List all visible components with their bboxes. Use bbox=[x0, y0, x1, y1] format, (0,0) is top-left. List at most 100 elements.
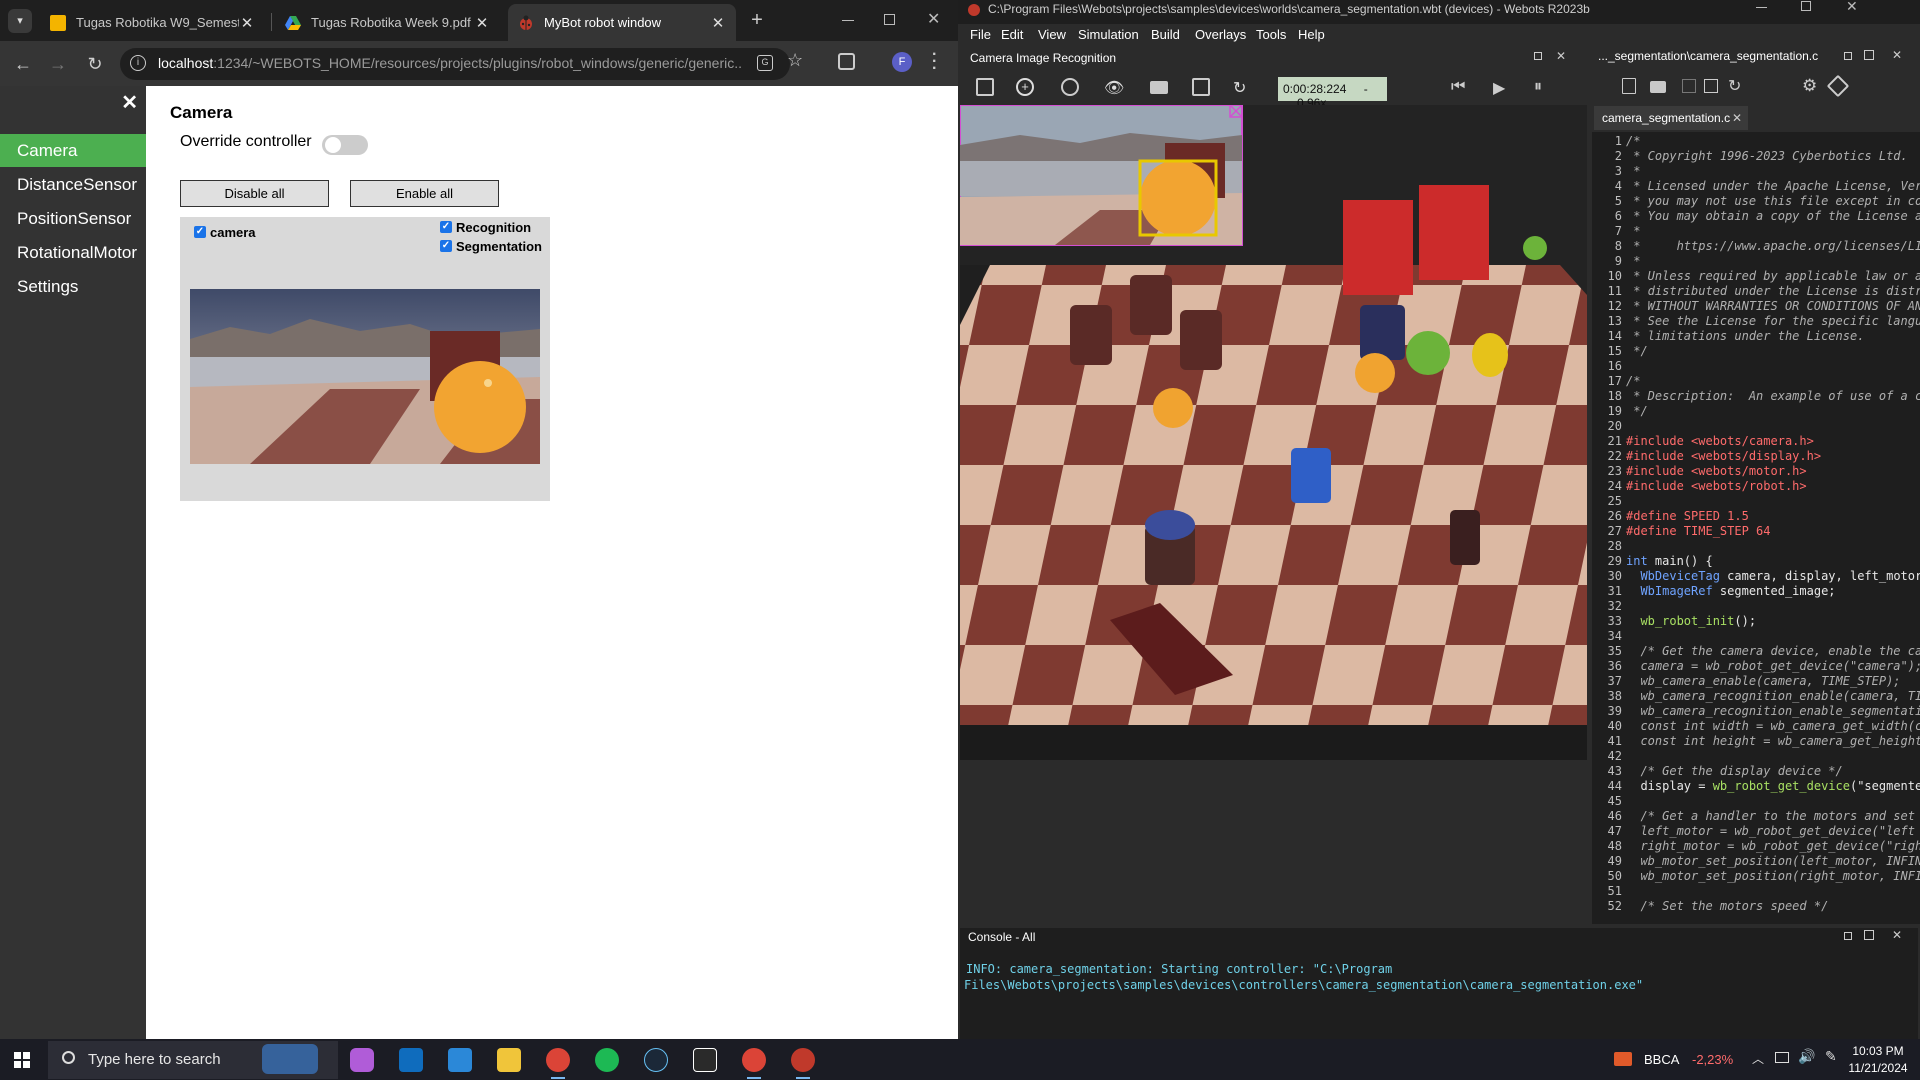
sidebar-item-positionsensor[interactable]: PositionSensor bbox=[0, 202, 146, 235]
3d-scene-view[interactable] bbox=[960, 105, 1587, 760]
open-file-icon[interactable] bbox=[1650, 81, 1666, 93]
code-line[interactable]: 29 int main() { bbox=[1592, 554, 1713, 569]
bookmark-star-icon[interactable]: ☆ bbox=[787, 50, 803, 71]
volume-icon[interactable]: 🔊 bbox=[1798, 1048, 1815, 1065]
revert-icon[interactable]: ↻ bbox=[1728, 76, 1741, 96]
sidebar-item-rotationalmotor[interactable]: RotationalMotor bbox=[0, 236, 146, 269]
undock-icon[interactable] bbox=[1534, 52, 1542, 60]
code-line[interactable]: 13 * See the License for the specific la… bbox=[1592, 314, 1920, 329]
code-line[interactable]: 44 display = wb_robot_get_device("segmen… bbox=[1592, 779, 1920, 794]
network-icon[interactable] bbox=[1775, 1052, 1789, 1063]
back-arrow-icon[interactable]: ← bbox=[10, 51, 36, 77]
code-line[interactable]: 32 bbox=[1592, 599, 1626, 614]
menu-build[interactable]: Build bbox=[1151, 27, 1180, 42]
code-line[interactable]: 33 wb_robot_init(); bbox=[1592, 614, 1757, 629]
stock-name[interactable]: BBCA bbox=[1644, 1052, 1679, 1067]
tray-chevron-icon[interactable]: ︿ bbox=[1752, 1050, 1764, 1067]
disable-all-button[interactable]: Disable all bbox=[180, 180, 329, 207]
code-line[interactable]: 18 * Description: An example of use of a… bbox=[1592, 389, 1920, 404]
new-tab-button[interactable]: + bbox=[745, 8, 769, 32]
code-line[interactable]: 45 bbox=[1592, 794, 1626, 809]
file-explorer-icon[interactable] bbox=[497, 1048, 521, 1072]
code-line[interactable]: 3 * bbox=[1592, 164, 1641, 179]
menu-edit[interactable]: Edit bbox=[1001, 27, 1023, 42]
close-panel-icon[interactable]: ✕ bbox=[1892, 928, 1902, 942]
close-sidebar-icon[interactable]: ✕ bbox=[121, 90, 138, 115]
code-line[interactable]: 43 /* Get the display device */ bbox=[1592, 764, 1843, 779]
code-line[interactable]: 50 wb_motor_set_position(right_motor, IN… bbox=[1592, 869, 1920, 884]
open-world-icon[interactable] bbox=[1150, 81, 1168, 94]
chrome-icon[interactable] bbox=[546, 1048, 570, 1072]
code-line[interactable]: 27 #define TIME_STEP 64 bbox=[1592, 524, 1771, 539]
undock-icon[interactable] bbox=[1844, 932, 1852, 940]
maximize-icon[interactable] bbox=[1801, 1, 1811, 11]
clean-icon[interactable] bbox=[1826, 74, 1850, 98]
code-line[interactable]: 51 bbox=[1592, 884, 1626, 899]
menu-file[interactable]: File bbox=[970, 27, 991, 42]
scene-tree-icon[interactable] bbox=[976, 78, 994, 96]
menu-kebab-icon[interactable]: · · · bbox=[932, 47, 937, 77]
tab-close-icon[interactable]: ✕ bbox=[239, 14, 255, 32]
code-line[interactable]: 30 WbDeviceTag camera, display, left_mot… bbox=[1592, 569, 1920, 584]
spotify-icon[interactable] bbox=[595, 1048, 619, 1072]
code-line[interactable]: 14 * limitations under the License. bbox=[1592, 329, 1865, 344]
menu-tools[interactable]: Tools bbox=[1256, 27, 1286, 42]
maximize-panel-icon[interactable] bbox=[1864, 50, 1874, 60]
new-file-icon[interactable] bbox=[1622, 78, 1636, 94]
save-file-icon[interactable] bbox=[1682, 79, 1696, 93]
tab-tugas-pdf[interactable]: Tugas Robotika Week 9.pdf - G ✕ bbox=[275, 4, 500, 41]
code-line[interactable]: 48 right_motor = wb_robot_get_device("ri… bbox=[1592, 839, 1920, 854]
save-as-icon[interactable] bbox=[1704, 79, 1718, 93]
close-window-icon[interactable]: ✕ bbox=[927, 9, 940, 29]
profile-avatar[interactable]: F bbox=[892, 52, 912, 72]
epic-games-icon[interactable] bbox=[693, 1048, 717, 1072]
code-line[interactable]: 5 * you may not use this file except in … bbox=[1592, 194, 1920, 209]
minimize-icon[interactable] bbox=[1756, 7, 1767, 8]
tab-mybot-robot-window[interactable]: MyBot robot window ✕ bbox=[508, 4, 736, 41]
maximize-icon[interactable] bbox=[884, 14, 895, 25]
save-world-icon[interactable] bbox=[1192, 78, 1210, 96]
view-eye-icon[interactable]: 👁 bbox=[1104, 78, 1124, 97]
sidebar-item-settings[interactable]: Settings bbox=[0, 270, 146, 303]
sidebar-item-distancesensor[interactable]: DistanceSensor bbox=[0, 168, 146, 201]
code-line[interactable]: 40 const int width = wb_camera_get_width… bbox=[1592, 719, 1920, 734]
close-panel-icon[interactable]: ✕ bbox=[1892, 48, 1902, 62]
enable-all-button[interactable]: Enable all bbox=[350, 180, 499, 207]
code-line[interactable]: 39 wb_camera_recognition_enable_segmenta… bbox=[1592, 704, 1920, 719]
store-icon[interactable] bbox=[448, 1048, 472, 1072]
code-line[interactable]: 47 left_motor = wb_robot_get_device("lef… bbox=[1592, 824, 1920, 839]
reload-world-icon[interactable]: ↻ bbox=[1233, 78, 1251, 97]
code-line[interactable]: 52 /* Set the motors speed */ bbox=[1592, 899, 1829, 914]
step-icon[interactable]: ▶ bbox=[1493, 78, 1511, 97]
code-line[interactable]: 21 #include <webots/camera.h> bbox=[1592, 434, 1814, 449]
code-line[interactable]: 20 bbox=[1592, 419, 1626, 434]
code-line[interactable]: 35 /* Get the camera device, enable the … bbox=[1592, 644, 1920, 659]
code-line[interactable]: 15 */ bbox=[1592, 344, 1648, 359]
code-line[interactable]: 41 const int height = wb_camera_get_heig… bbox=[1592, 734, 1920, 749]
tab-tugas-docs[interactable]: Tugas Robotika W9_Semester ✕ bbox=[40, 4, 265, 41]
code-line[interactable]: 7 * bbox=[1592, 224, 1641, 239]
undock-icon[interactable] bbox=[1844, 52, 1852, 60]
code-line[interactable]: 42 bbox=[1592, 749, 1626, 764]
camera-checkbox[interactable]: ✓ bbox=[194, 226, 206, 238]
tab-close-icon[interactable]: ✕ bbox=[474, 14, 490, 32]
recognition-checkbox[interactable]: ✓ bbox=[440, 221, 452, 233]
code-line[interactable]: 24 #include <webots/robot.h> bbox=[1592, 479, 1807, 494]
code-line[interactable]: 28 bbox=[1592, 539, 1626, 554]
stock-change[interactable]: -2,23% bbox=[1692, 1052, 1733, 1067]
code-line[interactable]: 16 bbox=[1592, 359, 1626, 374]
code-line[interactable]: 22 #include <webots/display.h> bbox=[1592, 449, 1822, 464]
reload-icon[interactable]: ↻ bbox=[82, 51, 108, 77]
code-line[interactable]: 25 bbox=[1592, 494, 1626, 509]
reset-viewpoint-icon[interactable] bbox=[1061, 78, 1079, 96]
chrome-profile-icon[interactable] bbox=[742, 1048, 766, 1072]
site-info-icon[interactable]: i bbox=[130, 55, 146, 71]
code-line[interactable]: 36 camera = wb_robot_get_device("camera"… bbox=[1592, 659, 1920, 674]
minimize-icon[interactable] bbox=[842, 20, 854, 21]
code-editor[interactable]: 1/* 2 * Copyright 1996-2023 Cyberbotics L… bbox=[1592, 132, 1920, 924]
code-line[interactable]: 1 /* bbox=[1592, 134, 1641, 149]
code-line[interactable]: 46 /* Get a handler to the motors and se… bbox=[1592, 809, 1920, 824]
override-controller-toggle[interactable] bbox=[322, 135, 368, 155]
add-node-icon[interactable]: + bbox=[1016, 78, 1034, 96]
code-line[interactable]: 23 #include <webots/motor.h> bbox=[1592, 464, 1807, 479]
